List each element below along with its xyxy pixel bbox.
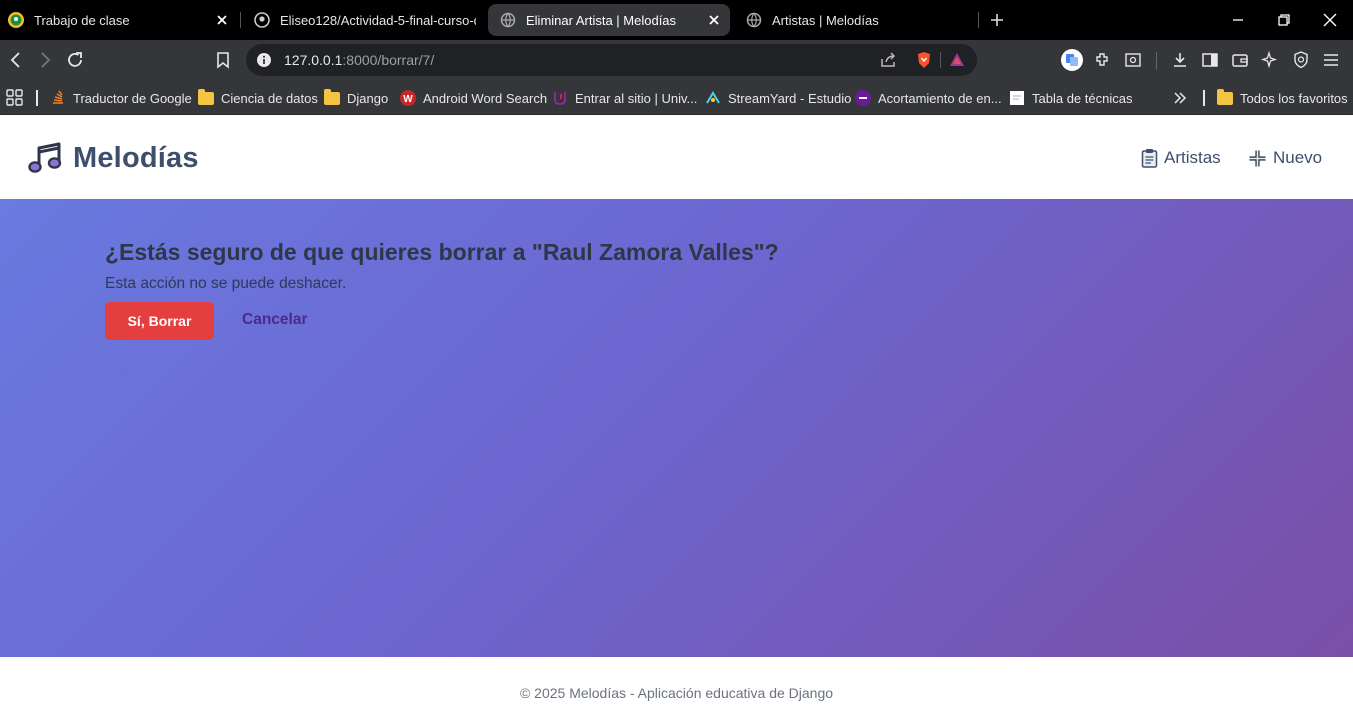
tab-github[interactable]: Eliseo128/Actividad-5-final-curso-dja	[254, 4, 478, 36]
bookmark-label: Entrar al sitio | Univ...	[575, 90, 698, 106]
translate-extension-icon[interactable]	[1061, 49, 1083, 71]
bookmark-streamyard[interactable]: StreamYard - Estudio	[705, 87, 851, 109]
new-tab-icon[interactable]	[987, 10, 1007, 30]
shortener-icon	[855, 90, 871, 106]
brave-shields-icon[interactable]	[914, 50, 934, 70]
folder-icon	[1217, 88, 1233, 106]
bookmark-label: Todos los favoritos	[1240, 90, 1348, 106]
nav-artistas[interactable]: Artistas	[1141, 148, 1221, 168]
tab-eliminar-artista[interactable]: Eliminar Artista | Melodías	[488, 4, 730, 36]
back-icon[interactable]	[6, 50, 26, 70]
browser-toolbar: 127.0.0.1:8000/borrar/7/	[0, 40, 1353, 81]
address-bar[interactable]: 127.0.0.1:8000/borrar/7/	[246, 44, 977, 76]
url-host: 127.0.0.1	[284, 52, 343, 68]
browser-tab-bar: Trabajo de clase Eliseo128/Actividad-5-f…	[0, 0, 1353, 40]
bookmarks-bar: Traductor de Google Ciencia de datos Dja…	[0, 81, 1353, 115]
bookmark-label: Django	[347, 90, 389, 106]
globe-icon	[746, 12, 762, 28]
cancel-link[interactable]: Cancelar	[242, 311, 307, 329]
brave-rewards-icon[interactable]	[947, 50, 967, 70]
github-icon	[254, 12, 270, 28]
stack-icon	[53, 90, 63, 104]
tab-title: Trabajo de clase	[34, 12, 130, 28]
bookmark-entrar-al-sitio[interactable]: Entrar al sitio | Univ...	[552, 87, 697, 109]
tab-title: Artistas | Melodías	[772, 12, 879, 28]
address-divider	[940, 52, 941, 68]
tab-divider	[240, 12, 241, 28]
url-path: :8000/borrar/7/	[342, 52, 435, 68]
bookmark-label: Traductor de Google	[73, 90, 192, 106]
bookmark-traductor[interactable]: Traductor de Google	[50, 87, 192, 109]
share-icon[interactable]	[878, 50, 898, 70]
main-content: ¿Estás seguro de que quieres borrar a "R…	[0, 199, 1353, 657]
tab-artistas[interactable]: Artistas | Melodías	[746, 4, 976, 36]
bookmark-tabla-de-tecnicas[interactable]: Tabla de técnicas	[1009, 87, 1132, 109]
apps-grid-icon[interactable]	[5, 88, 25, 108]
plus-icon	[1249, 150, 1266, 166]
tab-divider	[978, 12, 979, 28]
wallet-icon[interactable]	[1230, 50, 1250, 70]
bookmarks-divider	[36, 90, 38, 106]
nav-nuevo-label: Nuevo	[1273, 148, 1323, 167]
music-note-icon	[28, 142, 62, 173]
close-tab-icon[interactable]	[214, 12, 230, 28]
bookmark-ciencia-de-datos[interactable]: Ciencia de datos	[198, 87, 318, 109]
bookmark-acortamiento[interactable]: Acortamiento de en...	[855, 87, 1002, 109]
reload-icon[interactable]	[65, 50, 85, 70]
classroom-icon	[8, 12, 24, 28]
streamyard-icon	[706, 91, 720, 104]
delete-warning-text: Esta acción no se puede deshacer.	[105, 275, 347, 292]
bookmark-label: Ciencia de datos	[221, 90, 318, 106]
folder-icon	[324, 88, 340, 106]
bookmark-android-word-search[interactable]: W Android Word Search	[400, 87, 547, 109]
site-header: Melodías Artistas Nuevo	[0, 115, 1353, 199]
confirm-delete-button[interactable]: Sí, Borrar	[105, 302, 214, 340]
site-info-icon[interactable]	[254, 50, 274, 70]
u-icon	[554, 92, 566, 105]
url-text: 127.0.0.1:8000/borrar/7/	[284, 52, 434, 68]
folder-icon	[198, 88, 214, 106]
close-tab-icon[interactable]	[706, 12, 722, 28]
extensions-icon[interactable]	[1093, 50, 1113, 70]
reader-mode-icon[interactable]	[1123, 50, 1143, 70]
nav-nuevo[interactable]: Nuevo	[1248, 148, 1322, 168]
delete-confirmation-question: ¿Estás seguro de que quieres borrar a "R…	[105, 239, 779, 265]
bookmark-icon[interactable]	[213, 50, 233, 70]
bookmark-label: StreamYard - Estudio	[728, 90, 852, 106]
tab-trabajo-de-clase[interactable]: Trabajo de clase	[6, 4, 238, 36]
menu-icon[interactable]	[1321, 50, 1341, 70]
clipboard-icon	[1141, 149, 1158, 168]
bookmark-label: Tabla de técnicas	[1032, 90, 1133, 106]
close-window-icon[interactable]	[1320, 10, 1340, 30]
minimize-icon[interactable]	[1228, 10, 1248, 30]
vpn-shield-icon[interactable]	[1291, 50, 1311, 70]
brand-logo[interactable]: Melodías	[28, 141, 199, 175]
bookmark-todos-los-favoritos[interactable]: Todos los favoritos	[1217, 87, 1348, 109]
bookmark-django[interactable]: Django	[324, 87, 388, 109]
nav-artistas-label: Artistas	[1164, 148, 1221, 167]
bookmark-label: Acortamiento de en...	[878, 90, 1002, 106]
tab-title: Eliseo128/Actividad-5-final-curso-dja	[280, 12, 476, 28]
restore-icon[interactable]	[1274, 10, 1294, 30]
svg-text:W: W	[403, 94, 413, 105]
tab-title: Eliminar Artista | Melodías	[526, 12, 677, 28]
toolbar-divider	[1156, 52, 1157, 70]
w-icon: W	[400, 90, 416, 106]
more-bookmarks-icon[interactable]	[1170, 88, 1190, 108]
forward-icon[interactable]	[35, 50, 55, 70]
bookmarks-divider	[1203, 90, 1205, 106]
leo-ai-icon[interactable]	[1260, 50, 1280, 70]
site-footer: © 2025 Melodías - Aplicación educativa d…	[0, 657, 1353, 726]
sidebar-icon[interactable]	[1200, 50, 1220, 70]
page-icon	[1010, 91, 1024, 105]
bookmark-label: Android Word Search	[423, 90, 548, 106]
download-icon[interactable]	[1170, 50, 1190, 70]
footer-text: © 2025 Melodías - Aplicación educativa d…	[519, 685, 834, 701]
brand-name: Melodías	[73, 141, 199, 174]
globe-icon	[500, 12, 516, 28]
